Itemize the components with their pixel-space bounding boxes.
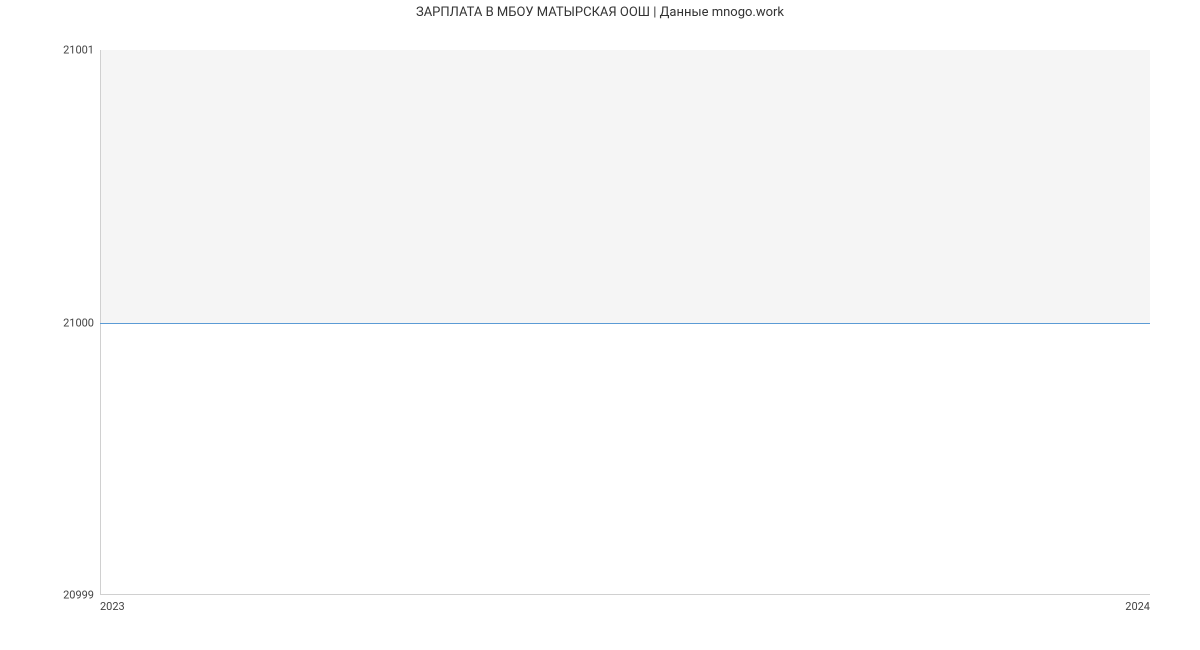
grid-band-upper [100, 50, 1150, 323]
x-tick-label: 2024 [1125, 600, 1150, 613]
x-axis-line [100, 594, 1150, 595]
chart-container: ЗАРПЛАТА В МБОУ МАТЫРСКАЯ ООШ | Данные m… [0, 0, 1200, 650]
y-tick-label: 20999 [63, 589, 94, 602]
chart-title: ЗАРПЛАТА В МБОУ МАТЫРСКАЯ ООШ | Данные m… [0, 5, 1200, 20]
y-tick-label: 21000 [63, 316, 94, 329]
series-line [100, 323, 1150, 324]
x-tick-label: 2023 [100, 600, 125, 613]
plot-area [100, 50, 1150, 595]
y-tick-label: 21001 [63, 44, 94, 57]
